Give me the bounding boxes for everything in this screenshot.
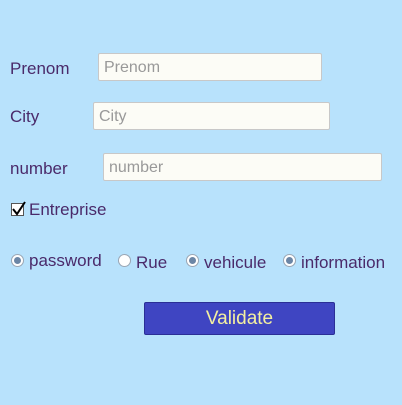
radio-rue[interactable] [118,254,131,267]
radio-information[interactable] [283,254,296,267]
city-label: City [10,107,40,126]
radio-vehicule-label: vehicule [204,253,267,272]
radio-information-label: information [301,253,386,272]
radio-password-label: password [29,251,102,270]
radio-vehicule[interactable] [186,254,199,267]
checkmark-icon [12,201,26,216]
entreprise-checkbox[interactable] [11,201,26,216]
radio-password[interactable] [11,254,24,267]
prenom-label: Prenom [10,59,70,78]
number-input[interactable]: number [103,153,382,181]
radio-rue-label: Rue [136,253,168,272]
validate-button[interactable]: Validate [144,302,335,335]
prenom-input[interactable]: Prenom [98,53,322,81]
entreprise-label: Entreprise [29,200,107,219]
city-input[interactable]: City [93,102,330,130]
number-label: number [10,159,68,178]
